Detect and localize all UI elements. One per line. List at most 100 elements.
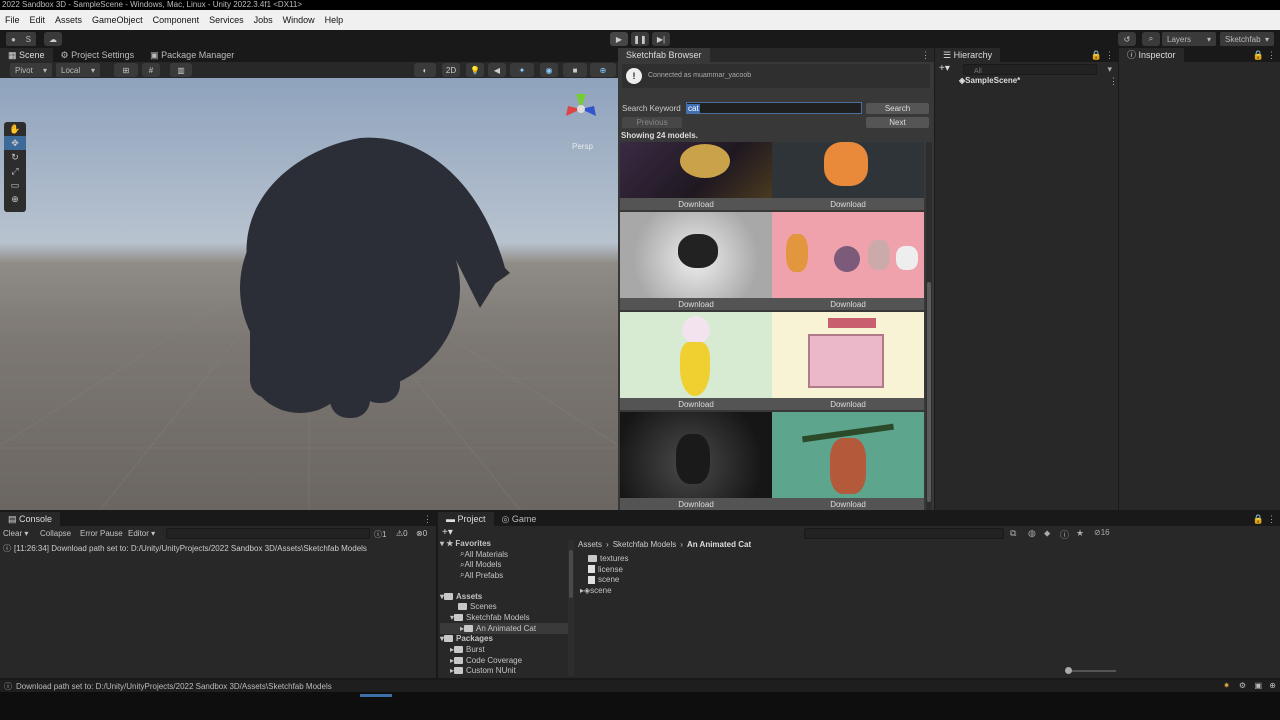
tree-item-selected[interactable]: ▸ An Animated Cat (440, 622, 574, 634)
tab-inspector[interactable]: ⓘ Inspector (1119, 48, 1184, 62)
search-filter-icon[interactable]: ⧉ (1010, 528, 1016, 539)
search-type-icon[interactable]: ▾ (1107, 64, 1112, 75)
error-count-toggle[interactable]: ⊗0 (416, 529, 427, 538)
toggle-2d-button[interactable]: 2D (442, 63, 460, 77)
lighting-icon[interactable]: 💡 (466, 63, 484, 77)
collaborate-icon[interactable]: ⊕ (1269, 681, 1276, 690)
clear-button[interactable]: Clear ▾ (3, 529, 28, 538)
more-options-icon[interactable]: ⋮ (1109, 76, 1118, 87)
tab-scene[interactable]: ▦ Scene (0, 48, 53, 62)
audio-icon[interactable]: ◀ (488, 63, 506, 77)
breadcrumb-item[interactable]: Sketchfab Models (613, 540, 677, 549)
menu-window[interactable]: Window (278, 10, 320, 30)
download-button[interactable]: Download (620, 298, 772, 310)
menu-services[interactable]: Services (204, 10, 249, 30)
tree-item[interactable]: ▸ Custom NUnit (440, 666, 574, 677)
menu-jobs[interactable]: Jobs (249, 10, 278, 30)
previous-button[interactable]: Previous (622, 117, 682, 128)
tree-item[interactable]: ⌕ All Materials (440, 549, 574, 560)
debug-mode-icon[interactable]: ▣ (1254, 681, 1262, 690)
hand-tool-icon[interactable]: ✋ (4, 122, 26, 136)
model-thumbnail[interactable] (772, 412, 924, 498)
tab-project-settings[interactable]: ⚙ Project Settings (53, 48, 143, 62)
download-button[interactable]: Download (772, 498, 924, 510)
model-thumbnail[interactable] (772, 312, 924, 398)
console-log-entry[interactable]: ⓘ [11:26:34] Download path set to: D:/Uni… (3, 543, 433, 554)
local-dropdown[interactable]: Local ▾ (56, 63, 100, 77)
model-thumbnail[interactable] (620, 212, 772, 298)
tree-item[interactable]: ▸ Burst (440, 644, 574, 655)
tab-game[interactable]: ◎ Game (494, 512, 545, 526)
layers-dropdown[interactable]: Layers ▾ (1162, 32, 1216, 46)
search-keyword-input[interactable]: cat (686, 102, 862, 114)
model-thumbnail[interactable] (772, 142, 924, 198)
tree-favorites[interactable]: ▾ ★ Favorites (440, 538, 574, 549)
file-item[interactable]: ▸ ◈ scene (578, 585, 878, 596)
lock-icon[interactable]: 🔒 (1253, 514, 1264, 525)
slider-handle[interactable] (1065, 667, 1072, 674)
status-message[interactable]: Download path set to: D:/Unity/UnityProj… (16, 682, 332, 691)
tab-project[interactable]: ▬ Project (438, 512, 494, 526)
scrollbar-thumb[interactable] (569, 550, 573, 598)
icon-size-slider[interactable] (1065, 667, 1116, 674)
more-options-icon[interactable]: ⋮ (1267, 50, 1276, 61)
console-search-input[interactable] (166, 528, 370, 539)
tree-item[interactable]: Scenes (440, 601, 574, 612)
effects-icon[interactable]: ✦ (510, 63, 534, 77)
step-button[interactable]: ▶| (652, 32, 670, 46)
hierarchy-scene-item[interactable]: ◈ SampleScene* (959, 75, 1109, 86)
tree-item[interactable]: ▸ Code Coverage (440, 655, 574, 666)
favorite-icon[interactable]: ★ (1076, 528, 1084, 539)
type-filter-icon[interactable]: ◍ (1028, 528, 1036, 539)
project-search-input[interactable] (804, 528, 1004, 539)
file-item[interactable]: scene (578, 574, 878, 585)
hierarchy-search-input[interactable]: All (963, 64, 1097, 75)
more-options-icon[interactable]: ⋮ (1267, 514, 1276, 525)
menu-gameobject[interactable]: GameObject (87, 10, 148, 30)
grid-icon[interactable]: # (142, 63, 160, 77)
scale-tool-icon[interactable]: ⤢ (4, 164, 26, 178)
model-thumbnail[interactable] (772, 212, 924, 298)
tab-package-manager[interactable]: ▣ Package Manager (142, 48, 242, 62)
search-button[interactable]: Search (866, 103, 929, 114)
next-button[interactable]: Next (866, 117, 929, 128)
play-button[interactable]: ▶ (610, 32, 628, 46)
label-filter-icon[interactable]: ⬥ (1044, 528, 1050, 539)
add-icon[interactable]: +▾ (442, 527, 453, 538)
scene-gizmo[interactable] (556, 84, 606, 134)
lock-icon[interactable]: 🔒 (1091, 50, 1102, 61)
add-icon[interactable]: +▾ (939, 63, 950, 74)
tree-item[interactable]: ▾ Sketchfab Models (440, 612, 574, 623)
rotate-tool-icon[interactable]: ↻ (4, 150, 26, 164)
file-item[interactable]: textures (578, 553, 878, 564)
project-tree-scrollbar[interactable] (568, 540, 574, 676)
draw-mode-icon[interactable]: ◐ (414, 63, 436, 77)
cloud-icon[interactable]: ☁ (44, 32, 62, 46)
camera-icon[interactable]: ■ (563, 63, 587, 77)
model-thumbnail[interactable] (620, 142, 772, 198)
progress-icon[interactable]: ⚙ (1239, 681, 1246, 690)
move-tool-icon[interactable]: ✥ (4, 136, 26, 150)
scrollbar-thumb[interactable] (927, 282, 931, 502)
hidden-packages-toggle[interactable]: ⊘16 (1094, 528, 1110, 537)
breadcrumb-item[interactable]: An Animated Cat (687, 540, 751, 549)
info-icon[interactable]: ⓘ (1060, 528, 1069, 541)
download-button[interactable]: Download (772, 198, 924, 210)
error-pause-button[interactable]: Error Pause (80, 529, 123, 538)
breadcrumb-item[interactable]: Assets (578, 540, 602, 549)
collapse-button[interactable]: Collapse (40, 529, 71, 538)
download-button[interactable]: Download (772, 398, 924, 410)
tab-console[interactable]: ▤ Console (0, 512, 61, 526)
download-button[interactable]: Download (620, 198, 772, 210)
menu-help[interactable]: Help (320, 10, 349, 30)
tree-item[interactable]: ⌕ All Prefabs (440, 570, 574, 581)
menu-file[interactable]: File (0, 10, 25, 30)
grid-snap-icon[interactable]: ⊞ (114, 63, 138, 77)
model-grid-scrollbar[interactable] (926, 142, 932, 510)
download-button[interactable]: Download (620, 498, 772, 510)
transform-tool-icon[interactable]: ⊕ (4, 192, 26, 206)
lock-icon[interactable]: 🔒 (1253, 50, 1264, 61)
tab-sketchfab-browser[interactable]: Sketchfab Browser (618, 48, 710, 62)
log-count-toggle[interactable]: ⓘ1 (374, 529, 386, 540)
file-item[interactable]: license (578, 564, 878, 575)
